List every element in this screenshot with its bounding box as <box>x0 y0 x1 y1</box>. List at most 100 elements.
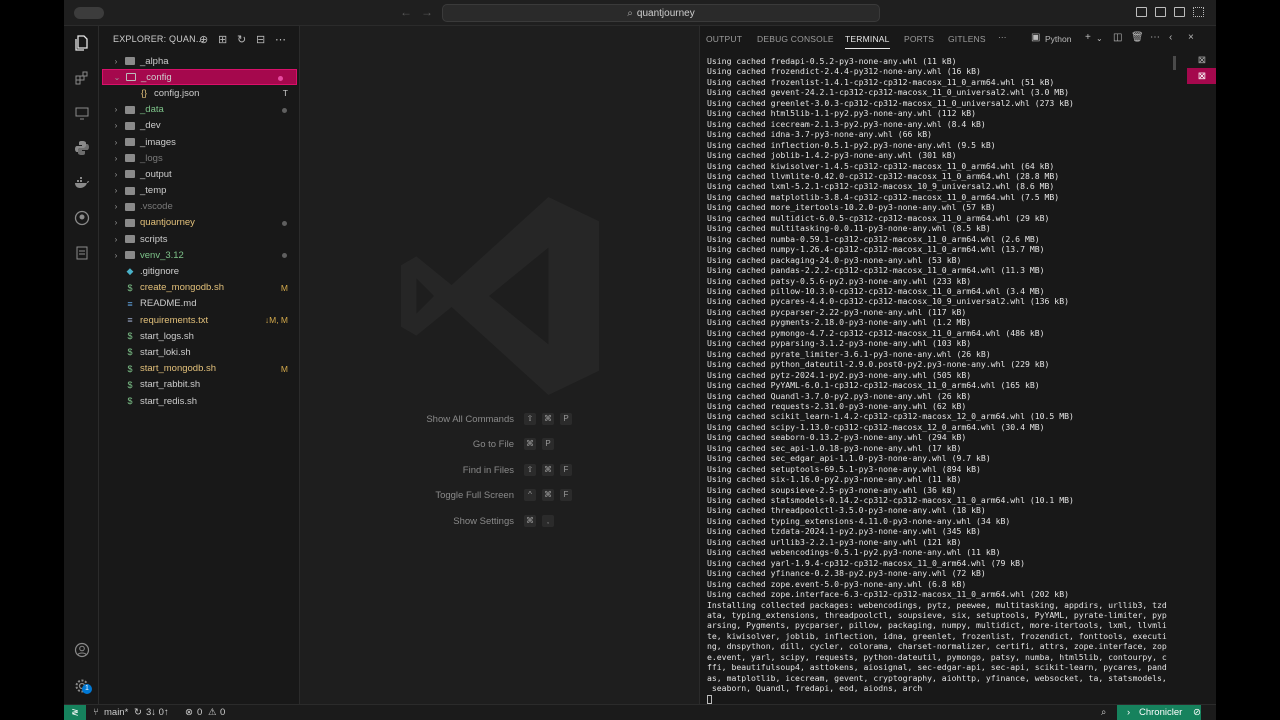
tree-file[interactable]: $ create_mongodb.sh M <box>99 280 300 296</box>
tree-folder[interactable]: › venv_3.12 <box>99 247 300 263</box>
panel-tab-debug-console[interactable]: DEBUG CONSOLE <box>757 34 834 44</box>
tree-folder[interactable]: › _alpha <box>99 53 300 69</box>
terminal-prompt[interactable] <box>707 694 1177 704</box>
tree-folder[interactable]: ⌄ _config <box>102 69 297 86</box>
modified-dot-indicator <box>282 107 287 113</box>
tree-file[interactable]: {} config.json T <box>99 85 300 101</box>
tree-item-label: _images <box>140 136 176 148</box>
tree-item-label: config.json <box>154 87 200 99</box>
toggle-secondary-sidebar-icon[interactable] <box>1174 7 1185 17</box>
new-folder-icon[interactable]: ⊞ <box>218 33 227 46</box>
customize-layout-icon[interactable] <box>1193 7 1204 17</box>
new-terminal-icon[interactable]: + <box>1085 32 1091 43</box>
python-icon[interactable] <box>72 138 91 157</box>
activity-bar: 1 <box>64 26 99 704</box>
more-actions-icon[interactable]: ⋯ <box>275 33 286 46</box>
terminal-line: Using cached more_itertools-10.2.0-py3-n… <box>707 202 996 213</box>
collapse-all-icon[interactable]: ⊟ <box>256 33 265 46</box>
window-pill-control[interactable] <box>74 7 104 19</box>
docker-icon[interactable] <box>72 173 91 192</box>
keyboard-key: ⇧ <box>524 464 536 476</box>
terminal-python-icon: ▣ <box>1031 32 1041 43</box>
git-branch[interactable]: main* <box>104 707 128 718</box>
tree-item-label: start_mongodb.sh <box>140 363 217 375</box>
remote-indicator-icon[interactable]: ≷ <box>64 705 86 720</box>
remote-explorer-icon[interactable] <box>72 103 91 122</box>
kill-terminal-icon[interactable]: 🗑 <box>1131 32 1144 43</box>
keyboard-key: ⌘ <box>542 464 554 476</box>
terminal-line: Using cached frozenlist-1.4.1-cp312-cp31… <box>707 76 1055 87</box>
tree-file[interactable]: $ start_redis.sh <box>99 393 300 409</box>
tree-file[interactable]: $ start_loki.sh <box>99 344 300 360</box>
chronicler-item[interactable]: Chronicler <box>1139 707 1182 718</box>
manage-badge: 1 <box>82 684 92 694</box>
toggle-primary-sidebar-icon[interactable] <box>1136 7 1147 17</box>
terminal-line: Using cached scikit_learn-1.4.2-cp312-cp… <box>707 411 1074 422</box>
tree-item-label: _config <box>141 71 172 83</box>
command-center-search[interactable]: ⌕ quantjourney <box>442 4 880 22</box>
zoom-icon[interactable]: ⌕ <box>1101 707 1106 718</box>
status-bar: ≷ ⑂ main* ↻ 3↓ 0↑ ⊗ 0 ⚠ 0 ⌕ › Chronicler… <box>64 704 1216 720</box>
folder-icon <box>125 57 135 66</box>
tree-folder[interactable]: › scripts <box>99 231 300 247</box>
warning-icon: ⚠ <box>208 707 217 718</box>
terminal-line: Using cached frozendict-2.4.4-py312-none… <box>707 66 981 77</box>
terminal-line: Using cached joblib-1.4.2-py3-none-any.w… <box>707 150 957 161</box>
explorer-icon[interactable] <box>72 33 91 52</box>
folder-icon <box>125 105 135 114</box>
tree-folder[interactable]: › quantjourney <box>99 215 300 231</box>
panel-more-icon[interactable]: ⋯ <box>1150 32 1160 43</box>
tree-folder[interactable]: › _images <box>99 134 300 150</box>
panel-tabs-more-icon[interactable]: ⋯ <box>998 32 1007 43</box>
tree-file[interactable]: $ start_mongodb.sh M <box>99 361 300 377</box>
new-file-icon[interactable]: ⊕ <box>199 33 208 46</box>
panel-tab-terminal[interactable]: TERMINAL <box>845 34 890 49</box>
git-sync-status[interactable]: 3↓ 0↑ <box>146 707 169 718</box>
terminal-line: Using cached pycares-4.4.0-cp312-cp312-m… <box>707 296 1069 307</box>
tree-folder[interactable]: › _data <box>99 102 300 118</box>
terminal-line: Using cached PyYAML-6.0.1-cp312-cp312-ma… <box>707 380 1040 391</box>
warnings-count[interactable]: 0 <box>220 707 225 718</box>
tree-item-label: start_redis.sh <box>140 395 198 407</box>
terminal-output[interactable]: Using cached fredapi-0.5.2-py3-none-any.… <box>707 56 1177 704</box>
tree-folder[interactable]: › _temp <box>99 183 300 199</box>
tree-folder[interactable]: › _output <box>99 166 300 182</box>
terminal-tab-icon[interactable]: ⊠ <box>1187 52 1216 68</box>
panel-tab-output[interactable]: OUTPUT <box>706 34 742 44</box>
problems-count[interactable]: 0 <box>197 707 202 718</box>
account-icon[interactable] <box>72 640 91 659</box>
database-icon[interactable] <box>72 243 91 262</box>
title-bar: ← → ⌕ quantjourney <box>64 0 1216 26</box>
close-panel-icon[interactable]: × <box>1188 32 1194 43</box>
github-icon[interactable] <box>72 208 91 227</box>
notifications-icon[interactable]: ⊘ <box>1193 707 1201 718</box>
tree-file[interactable]: $ start_rabbit.sh <box>99 377 300 393</box>
panel-tab-ports[interactable]: PORTS <box>904 34 934 44</box>
folder-icon <box>125 170 135 179</box>
terminal-tab-active-icon[interactable]: ⊠ <box>1187 68 1216 84</box>
keyboard-key: ⌘ <box>542 489 554 501</box>
panel-tab-gitlens[interactable]: GITLENS <box>948 34 986 44</box>
terminal-line: Using cached html5lib-1.1-py2.py3-none-a… <box>707 108 977 119</box>
terminal-line: Using cached pymongo-4.7.2-cp312-cp312-m… <box>707 327 1045 338</box>
toggle-panel-icon[interactable] <box>1155 7 1166 17</box>
terminal-line: Using cached gevent-24.2.1-cp312-cp312-m… <box>707 87 1069 98</box>
terminal-name[interactable]: Python <box>1045 34 1071 44</box>
split-terminal-icon[interactable]: ◫ <box>1113 32 1122 43</box>
nav-back-button[interactable]: ← <box>400 5 412 19</box>
tree-file[interactable]: ◆ .gitignore <box>99 263 300 279</box>
terminal-dropdown-icon[interactable]: ⌄ <box>1096 34 1103 43</box>
terminal-scrollbar[interactable] <box>1173 56 1176 70</box>
tree-folder[interactable]: › _logs <box>99 150 300 166</box>
tree-file[interactable]: ≡ README.md <box>99 296 300 312</box>
chevron-right-icon: › <box>114 234 118 244</box>
refresh-icon[interactable]: ↻ <box>237 33 246 46</box>
terminal-line: ffi, beautifulsoup4, asttokens, aiosigna… <box>707 662 1167 673</box>
tree-file[interactable]: ≡ requirements.txt ↓M, M <box>99 312 300 328</box>
maximize-panel-icon[interactable]: ‹ <box>1169 32 1172 43</box>
tree-folder[interactable]: › .vscode <box>99 199 300 215</box>
tree-folder[interactable]: › _dev <box>99 118 300 134</box>
extensions-icon[interactable] <box>72 68 91 87</box>
tree-file[interactable]: $ start_logs.sh <box>99 328 300 344</box>
nav-forward-button[interactable]: → <box>421 5 433 19</box>
